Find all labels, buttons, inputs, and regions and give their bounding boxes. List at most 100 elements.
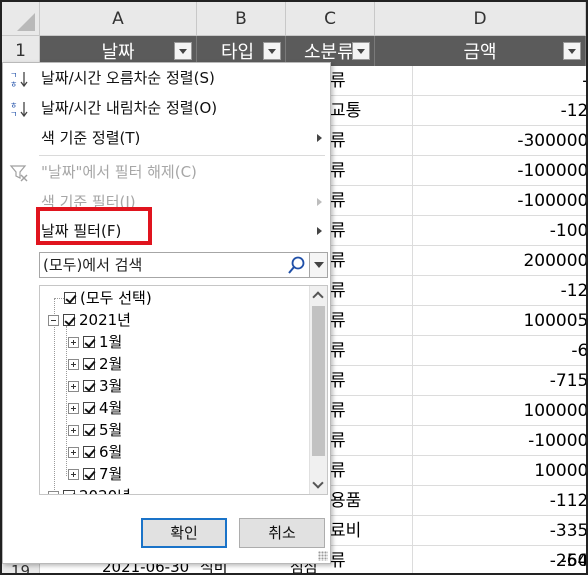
checkbox-checked-icon[interactable] bbox=[83, 380, 95, 392]
scroll-down-icon[interactable] bbox=[310, 476, 327, 494]
checkbox-checked-icon[interactable] bbox=[83, 402, 95, 414]
collapse-icon[interactable] bbox=[48, 314, 59, 326]
select-all-corner[interactable] bbox=[2, 2, 40, 36]
tree-item-month[interactable]: 5월 bbox=[68, 419, 122, 441]
resize-grip-icon[interactable] bbox=[318, 551, 328, 561]
table-cell[interactable]: -33540 bbox=[413, 516, 586, 546]
search-icon[interactable] bbox=[287, 255, 307, 275]
table-cell[interactable]: 20000001 bbox=[413, 246, 586, 276]
expand-icon[interactable] bbox=[68, 402, 79, 414]
table-cell[interactable]: 류 bbox=[326, 186, 413, 216]
table-cell[interactable]: -10000000 bbox=[413, 186, 586, 216]
expand-icon[interactable] bbox=[68, 358, 79, 370]
checkbox-checked-icon[interactable] bbox=[83, 358, 95, 370]
table-cell[interactable]: 10000594 bbox=[413, 306, 586, 336]
table-cell[interactable]: -30000000 bbox=[413, 126, 586, 156]
checkbox-checked-icon[interactable] bbox=[63, 314, 75, 326]
tree-item-2020[interactable]: 2020년 bbox=[48, 485, 131, 494]
expand-icon[interactable] bbox=[68, 468, 79, 480]
amount-filter-dropdown-button[interactable] bbox=[563, 42, 581, 60]
table-cell[interactable]: 1000000 bbox=[413, 456, 586, 486]
tree-item-month[interactable]: 3월 bbox=[68, 375, 122, 397]
submenu-arrow-icon bbox=[317, 198, 322, 206]
tree-item-month[interactable]: 7월 bbox=[68, 463, 122, 485]
ok-button[interactable]: 확인 bbox=[141, 518, 227, 548]
table-cell[interactable]: 류 bbox=[326, 216, 413, 246]
table-cell[interactable]: -10000 bbox=[413, 216, 586, 246]
expand-icon[interactable] bbox=[68, 380, 79, 392]
scroll-up-icon[interactable] bbox=[310, 286, 327, 304]
tree-item-month[interactable]: 6월 bbox=[68, 441, 122, 463]
tree-label: 3월 bbox=[99, 377, 123, 395]
table-cell[interactable]: -71500 bbox=[413, 366, 586, 396]
sort-by-color-item[interactable]: 색 기준 정렬(T) bbox=[3, 123, 330, 153]
cancel-button[interactable]: 취소 bbox=[239, 518, 325, 548]
tree-item-month[interactable]: 1월 bbox=[68, 331, 122, 353]
tree-item-month[interactable]: 2월 bbox=[68, 353, 122, 375]
table-cell[interactable]: 류 bbox=[326, 396, 413, 426]
menu-divider bbox=[39, 155, 325, 156]
tree-label: 2월 bbox=[99, 355, 123, 373]
table-cell[interactable]: -5400 bbox=[413, 546, 586, 573]
expand-icon[interactable] bbox=[48, 490, 59, 494]
header-subcategory-label: 소분류 bbox=[304, 42, 354, 63]
table-cell[interactable]: -10000000 bbox=[413, 156, 586, 186]
column-header-d[interactable]: D bbox=[375, 2, 586, 36]
scrollbar-thumb[interactable] bbox=[312, 306, 325, 456]
submenu-arrow-icon bbox=[317, 227, 322, 235]
expand-icon[interactable] bbox=[68, 446, 79, 458]
table-cell[interactable]: 류 bbox=[326, 156, 413, 186]
checkbox-checked-icon[interactable] bbox=[64, 292, 76, 304]
table-cell[interactable]: -659 bbox=[413, 336, 586, 366]
table-cell[interactable]: 류 bbox=[326, 366, 413, 396]
table-cell[interactable]: 교통 bbox=[326, 96, 413, 126]
tree-item-select-all[interactable]: (모두 선택) bbox=[64, 287, 152, 309]
table-cell[interactable]: 료비 bbox=[326, 516, 413, 546]
table-cell[interactable]: -1000000 bbox=[413, 426, 586, 456]
tree-item-month[interactable]: 4월 bbox=[68, 397, 122, 419]
checkbox-checked-icon[interactable] bbox=[83, 446, 95, 458]
table-cell[interactable]: -1280 bbox=[413, 276, 586, 306]
sort-descending-label: 날짜/시간 내림차순 정렬(O) bbox=[41, 99, 218, 117]
column-header-c[interactable]: C bbox=[286, 2, 375, 36]
search-placeholder: (모두)에서 검색 bbox=[43, 256, 143, 274]
search-dropdown-button[interactable] bbox=[309, 253, 327, 277]
type-filter-dropdown-button[interactable] bbox=[263, 42, 281, 60]
table-cell[interactable]: 류 bbox=[326, 246, 413, 276]
sort-ascending-item[interactable]: ㄱ ㅎ 날짜/시간 오름차순 정렬(S) bbox=[3, 63, 330, 93]
table-cell[interactable]: -11230 bbox=[413, 486, 586, 516]
checkbox-checked-icon[interactable] bbox=[83, 468, 95, 480]
column-header-b[interactable]: B bbox=[197, 2, 286, 36]
tree-scrollbar[interactable] bbox=[309, 286, 327, 494]
table-cell[interactable]: 용품 bbox=[326, 486, 413, 516]
sort-ascending-icon: ㄱ ㅎ bbox=[10, 71, 28, 89]
table-cell[interactable]: 류 bbox=[326, 66, 413, 96]
subcategory-filter-dropdown-button[interactable] bbox=[352, 42, 370, 60]
table-cell[interactable]: 류 bbox=[326, 336, 413, 366]
tree-item-2021[interactable]: 2021년 bbox=[48, 309, 131, 331]
table-cell[interactable]: 류 bbox=[326, 426, 413, 456]
svg-text:ㄱ: ㄱ bbox=[10, 71, 17, 80]
table-cell[interactable]: 류 bbox=[326, 456, 413, 486]
checkbox-checked-icon[interactable] bbox=[83, 424, 95, 436]
sort-ascending-label: 날짜/시간 오름차순 정렬(S) bbox=[41, 69, 215, 87]
tree-label: 6월 bbox=[99, 443, 123, 461]
date-filter-dropdown-button[interactable] bbox=[174, 42, 192, 60]
table-cell[interactable]: -94 bbox=[413, 66, 586, 96]
table-cell[interactable]: 류 bbox=[326, 306, 413, 336]
table-cell[interactable]: -1200 bbox=[413, 96, 586, 126]
tree-connector bbox=[66, 326, 67, 476]
checkbox-checked-icon[interactable] bbox=[63, 490, 75, 494]
table-cell[interactable]: 10000000 bbox=[413, 396, 586, 426]
sort-descending-item[interactable]: ㅎ ㄱ 날짜/시간 내림차순 정렬(O) bbox=[3, 93, 330, 123]
checkbox-checked-icon[interactable] bbox=[83, 336, 95, 348]
expand-icon[interactable] bbox=[68, 336, 79, 348]
column-header-a[interactable]: A bbox=[40, 2, 197, 36]
clear-filter-item[interactable]: "날짜"에서 필터 해제(C) bbox=[3, 157, 330, 187]
table-cell[interactable]: 류 bbox=[326, 126, 413, 156]
date-filter-highlight-box bbox=[36, 207, 152, 245]
filter-search-input[interactable]: (모두)에서 검색 bbox=[39, 252, 328, 278]
table-cell[interactable]: 류 bbox=[326, 276, 413, 306]
expand-icon[interactable] bbox=[68, 424, 79, 436]
filter-value-tree: (모두 선택) 2021년 1월 2월 3월 4월 5월 6월 7월 bbox=[39, 285, 328, 495]
